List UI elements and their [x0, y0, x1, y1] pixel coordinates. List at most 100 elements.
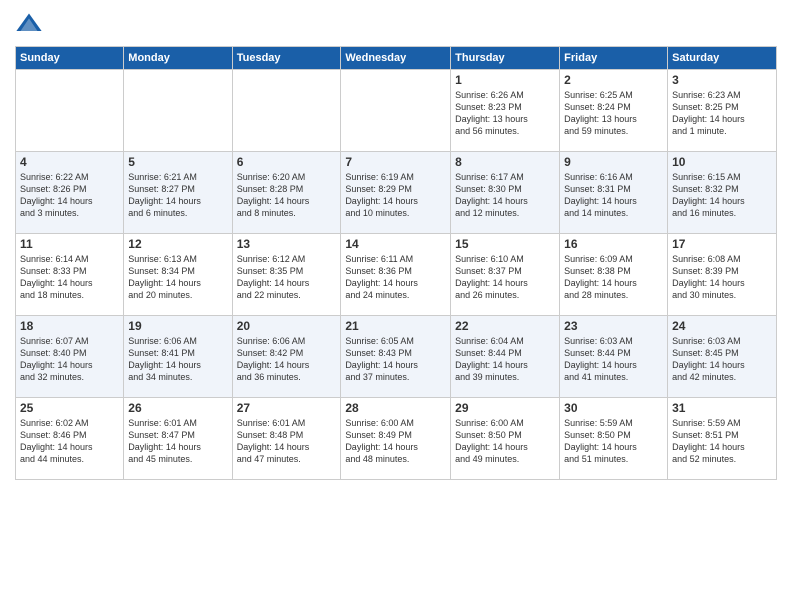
day-number: 22: [455, 319, 555, 333]
day-number: 18: [20, 319, 119, 333]
calendar-cell: 6 Sunrise: 6:20 AMSunset: 8:28 PMDaylight…: [232, 152, 341, 234]
weekday-header-thursday: Thursday: [451, 47, 560, 70]
weekday-header-saturday: Saturday: [668, 47, 777, 70]
day-info: Sunrise: 6:04 AMSunset: 8:44 PMDaylight:…: [455, 335, 555, 384]
calendar-cell: 4 Sunrise: 6:22 AMSunset: 8:26 PMDaylight…: [16, 152, 124, 234]
day-info: Sunrise: 6:01 AMSunset: 8:48 PMDaylight:…: [237, 417, 337, 466]
day-number: 10: [672, 155, 772, 169]
day-info: Sunrise: 6:22 AMSunset: 8:26 PMDaylight:…: [20, 171, 119, 220]
calendar-cell: 31 Sunrise: 5:59 AMSunset: 8:51 PMDayligh…: [668, 398, 777, 480]
calendar-cell: 22 Sunrise: 6:04 AMSunset: 8:44 PMDayligh…: [451, 316, 560, 398]
day-number: 14: [345, 237, 446, 251]
calendar-cell: 26 Sunrise: 6:01 AMSunset: 8:47 PMDayligh…: [124, 398, 232, 480]
day-info: Sunrise: 6:20 AMSunset: 8:28 PMDaylight:…: [237, 171, 337, 220]
day-number: 7: [345, 155, 446, 169]
day-info: Sunrise: 6:16 AMSunset: 8:31 PMDaylight:…: [564, 171, 663, 220]
weekday-header-wednesday: Wednesday: [341, 47, 451, 70]
day-number: 21: [345, 319, 446, 333]
day-number: 24: [672, 319, 772, 333]
calendar-cell: 2 Sunrise: 6:25 AMSunset: 8:24 PMDaylight…: [560, 70, 668, 152]
weekday-header-tuesday: Tuesday: [232, 47, 341, 70]
day-number: 29: [455, 401, 555, 415]
calendar-cell: 30 Sunrise: 5:59 AMSunset: 8:50 PMDayligh…: [560, 398, 668, 480]
day-info: Sunrise: 6:25 AMSunset: 8:24 PMDaylight:…: [564, 89, 663, 138]
calendar-cell: 28Sunrise: 6:00 AMSunset: 8:49 PMDayligh…: [341, 398, 451, 480]
day-info: Sunrise: 6:17 AMSunset: 8:30 PMDaylight:…: [455, 171, 555, 220]
day-info: Sunrise: 6:12 AMSunset: 8:35 PMDaylight:…: [237, 253, 337, 302]
day-info: Sunrise: 6:03 AMSunset: 8:45 PMDaylight:…: [672, 335, 772, 384]
calendar-cell: 14 Sunrise: 6:11 AMSunset: 8:36 PMDayligh…: [341, 234, 451, 316]
day-number: 28: [345, 401, 446, 415]
calendar-cell: 11Sunrise: 6:14 AMSunset: 8:33 PMDayligh…: [16, 234, 124, 316]
day-info: Sunrise: 6:05 AMSunset: 8:43 PMDaylight:…: [345, 335, 446, 384]
calendar-week-row: 1Sunrise: 6:26 AMSunset: 8:23 PMDaylight…: [16, 70, 777, 152]
day-info: Sunrise: 6:10 AMSunset: 8:37 PMDaylight:…: [455, 253, 555, 302]
day-number: 12: [128, 237, 227, 251]
calendar-cell: 24 Sunrise: 6:03 AMSunset: 8:45 PMDayligh…: [668, 316, 777, 398]
day-number: 17: [672, 237, 772, 251]
calendar-cell: [16, 70, 124, 152]
calendar-table: SundayMondayTuesdayWednesdayThursdayFrid…: [15, 46, 777, 480]
day-number: 16: [564, 237, 663, 251]
day-info: Sunrise: 6:08 AMSunset: 8:39 PMDaylight:…: [672, 253, 772, 302]
calendar-cell: 16Sunrise: 6:09 AMSunset: 8:38 PMDayligh…: [560, 234, 668, 316]
calendar-cell: 3Sunrise: 6:23 AMSunset: 8:25 PMDaylight…: [668, 70, 777, 152]
calendar-cell: 17 Sunrise: 6:08 AMSunset: 8:39 PMDayligh…: [668, 234, 777, 316]
day-info: Sunrise: 5:59 AMSunset: 8:50 PMDaylight:…: [564, 417, 663, 466]
calendar-cell: [232, 70, 341, 152]
calendar-week-row: 25Sunrise: 6:02 AMSunset: 8:46 PMDayligh…: [16, 398, 777, 480]
day-number: 13: [237, 237, 337, 251]
weekday-header-friday: Friday: [560, 47, 668, 70]
day-info: Sunrise: 6:01 AMSunset: 8:47 PMDaylight:…: [128, 417, 227, 466]
day-info: Sunrise: 6:11 AMSunset: 8:36 PMDaylight:…: [345, 253, 446, 302]
day-info: Sunrise: 6:00 AMSunset: 8:50 PMDaylight:…: [455, 417, 555, 466]
calendar-cell: 15 Sunrise: 6:10 AMSunset: 8:37 PMDayligh…: [451, 234, 560, 316]
calendar-cell: 13 Sunrise: 6:12 AMSunset: 8:35 PMDayligh…: [232, 234, 341, 316]
day-number: 23: [564, 319, 663, 333]
day-info: Sunrise: 6:03 AMSunset: 8:44 PMDaylight:…: [564, 335, 663, 384]
day-info: Sunrise: 6:15 AMSunset: 8:32 PMDaylight:…: [672, 171, 772, 220]
day-number: 25: [20, 401, 119, 415]
calendar-cell: 8 Sunrise: 6:17 AMSunset: 8:30 PMDaylight…: [451, 152, 560, 234]
calendar-cell: 5 Sunrise: 6:21 AMSunset: 8:27 PMDaylight…: [124, 152, 232, 234]
day-number: 26: [128, 401, 227, 415]
day-number: 8: [455, 155, 555, 169]
calendar-cell: [124, 70, 232, 152]
day-number: 31: [672, 401, 772, 415]
calendar-cell: 27Sunrise: 6:01 AMSunset: 8:48 PMDayligh…: [232, 398, 341, 480]
day-info: Sunrise: 6:21 AMSunset: 8:27 PMDaylight:…: [128, 171, 227, 220]
day-number: 2: [564, 73, 663, 87]
calendar-cell: 21 Sunrise: 6:05 AMSunset: 8:43 PMDayligh…: [341, 316, 451, 398]
weekday-header-monday: Monday: [124, 47, 232, 70]
day-number: 19: [128, 319, 227, 333]
calendar-cell: 12Sunrise: 6:13 AMSunset: 8:34 PMDayligh…: [124, 234, 232, 316]
day-number: 15: [455, 237, 555, 251]
logo-icon: [15, 10, 43, 38]
day-number: 5: [128, 155, 227, 169]
logo: [15, 10, 47, 38]
day-number: 20: [237, 319, 337, 333]
calendar-cell: 19 Sunrise: 6:06 AMSunset: 8:41 PMDayligh…: [124, 316, 232, 398]
day-number: 11: [20, 237, 119, 251]
calendar-cell: 23 Sunrise: 6:03 AMSunset: 8:44 PMDayligh…: [560, 316, 668, 398]
page: SundayMondayTuesdayWednesdayThursdayFrid…: [0, 0, 792, 612]
calendar-cell: [341, 70, 451, 152]
calendar-cell: 7 Sunrise: 6:19 AMSunset: 8:29 PMDaylight…: [341, 152, 451, 234]
calendar-cell: 10 Sunrise: 6:15 AMSunset: 8:32 PMDayligh…: [668, 152, 777, 234]
calendar-cell: 18 Sunrise: 6:07 AMSunset: 8:40 PMDayligh…: [16, 316, 124, 398]
day-info: Sunrise: 6:07 AMSunset: 8:40 PMDaylight:…: [20, 335, 119, 384]
calendar-cell: 9Sunrise: 6:16 AMSunset: 8:31 PMDaylight…: [560, 152, 668, 234]
day-info: Sunrise: 5:59 AMSunset: 8:51 PMDaylight:…: [672, 417, 772, 466]
day-number: 6: [237, 155, 337, 169]
day-info: Sunrise: 6:19 AMSunset: 8:29 PMDaylight:…: [345, 171, 446, 220]
day-number: 4: [20, 155, 119, 169]
calendar-week-row: 4 Sunrise: 6:22 AMSunset: 8:26 PMDaylight…: [16, 152, 777, 234]
calendar-week-row: 18 Sunrise: 6:07 AMSunset: 8:40 PMDayligh…: [16, 316, 777, 398]
calendar-cell: 20 Sunrise: 6:06 AMSunset: 8:42 PMDayligh…: [232, 316, 341, 398]
weekday-header-sunday: Sunday: [16, 47, 124, 70]
day-info: Sunrise: 6:06 AMSunset: 8:41 PMDaylight:…: [128, 335, 227, 384]
day-number: 30: [564, 401, 663, 415]
calendar-header-row: SundayMondayTuesdayWednesdayThursdayFrid…: [16, 47, 777, 70]
day-number: 3: [672, 73, 772, 87]
day-info: Sunrise: 6:06 AMSunset: 8:42 PMDaylight:…: [237, 335, 337, 384]
